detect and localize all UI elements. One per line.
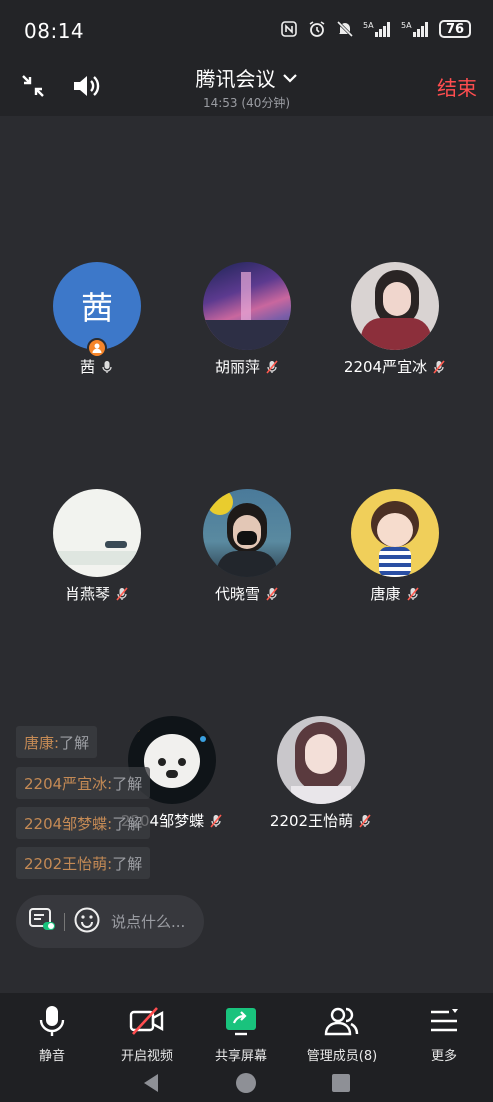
participant-tile[interactable]: 茜 茜 [22,262,172,377]
participant-name: 2202王怡萌 [269,812,354,830]
meeting-header: 腾讯会议 14:53 (40分钟) 结束 [0,60,493,116]
participant-tile[interactable]: 代晓雪 [172,489,322,604]
avatar [351,262,439,350]
chat-input-bar[interactable]: 说点什么... [16,895,204,948]
microphone-icon [39,1006,65,1036]
chat-message: 2202王怡萌: 了解 [16,847,151,879]
share-screen-button[interactable]: 共享屏幕 [193,1003,289,1064]
mute-icon [335,20,355,38]
avatar-initial: 茜 [80,289,113,327]
share-screen-icon [226,1008,256,1036]
chat-sender: 2204严宜冰: [24,774,113,793]
meeting-duration: 14:53 (40分钟) [202,96,291,110]
recents-button[interactable] [328,1070,354,1096]
video-off-icon [129,1007,164,1035]
participant-tile[interactable]: 肖燕琴 [22,489,172,604]
avatar [277,716,365,804]
host-icon [87,338,107,358]
avatar [203,489,291,577]
chat-message: 2204严宜冰: 了解 [16,767,151,799]
chat-text: 了解 [112,854,143,873]
manage-members-button[interactable]: 管理成员(8) [294,1003,390,1064]
avatar [53,489,141,577]
mic-muted-icon [266,586,278,601]
participant-name: 肖燕琴 [64,585,110,603]
mic-muted-icon [406,586,419,601]
system-nav-bar [0,1064,493,1102]
meeting-title-area[interactable]: 腾讯会议 14:53 (40分钟) [140,63,353,111]
more-menu-icon [431,1009,458,1032]
avatar [351,489,439,577]
battery-indicator: 76 [439,20,471,38]
avatar: 茜 [53,262,141,358]
chat-list-icon [29,907,55,930]
status-icons: 5A 5A 76 [279,20,471,38]
bottom-toolbar: 静音 开启视频 共享屏幕 管理成员(8) 更多 [0,993,493,1102]
end-meeting-button[interactable]: 结束 [437,72,477,101]
mute-button[interactable]: 静音 [4,1003,100,1064]
avatar [203,262,291,350]
minimize-button[interactable] [15,68,51,104]
chat-sender: 唐康: [24,733,60,752]
alarm-icon [307,20,327,38]
status-bar: 08:14 5A 5A 76 [0,0,493,60]
more-button[interactable]: 更多 [396,1003,492,1064]
chat-text: 了解 [112,814,143,833]
participant-tile[interactable]: 胡丽萍 [172,262,322,377]
signal-5g-icon: 5A [401,20,431,38]
chat-text: 了解 [59,733,90,752]
participant-tile[interactable]: 唐康 [320,489,470,604]
nfc-icon [279,20,299,38]
participant-name: 茜 [79,358,95,376]
minimize-icon [22,75,44,97]
speaker-icon [74,76,100,96]
participant-name: 胡丽萍 [214,358,260,376]
participant-name: 代晓雪 [214,585,260,603]
mic-muted-icon [433,359,445,374]
tool-label: 管理成员(8) [306,1049,378,1064]
chevron-down-icon [282,73,297,83]
mic-muted-icon [210,813,222,828]
participant-tile[interactable]: 2204严宜冰 [320,262,470,377]
back-button[interactable] [138,1070,164,1096]
emoji-button[interactable] [73,906,101,938]
mic-muted-icon [116,586,128,601]
chat-text: 了解 [112,774,143,793]
meeting-title: 腾讯会议 [195,67,276,91]
tool-label: 更多 [430,1049,457,1064]
chat-sender: 2202王怡萌: [24,854,113,873]
mic-muted-icon [266,359,278,374]
home-circle-icon [236,1073,256,1093]
tool-label: 共享屏幕 [214,1049,267,1064]
chat-message: 唐康: 了解 [16,726,98,758]
start-video-button[interactable]: 开启视频 [99,1003,195,1064]
speaker-button[interactable] [68,68,104,104]
signal-5g-icon: 5A [363,20,393,38]
mic-on-icon [102,360,112,373]
chat-message: 2204邹梦蝶: 了解 [16,807,151,839]
status-time: 08:14 [24,19,85,43]
emoji-icon [74,907,100,932]
participant-tile[interactable]: 2202王怡萌 [246,716,396,831]
recents-square-icon [332,1074,350,1092]
svg-text:5A: 5A [363,21,374,30]
back-triangle-icon [144,1074,158,1092]
chat-sender: 2204邹梦蝶: [24,814,113,833]
participant-name: 唐康 [370,585,401,603]
chat-toggle-button[interactable] [28,907,56,937]
chat-input-placeholder[interactable]: 说点什么... [111,911,185,932]
mic-muted-icon [359,813,371,828]
tool-label: 静音 [38,1049,65,1064]
home-button[interactable] [233,1070,259,1096]
tool-label: 开启视频 [120,1049,173,1064]
members-icon [324,1007,359,1036]
svg-text:5A: 5A [401,21,412,30]
divider [64,912,65,931]
participant-name: 2204严宜冰 [343,358,428,376]
